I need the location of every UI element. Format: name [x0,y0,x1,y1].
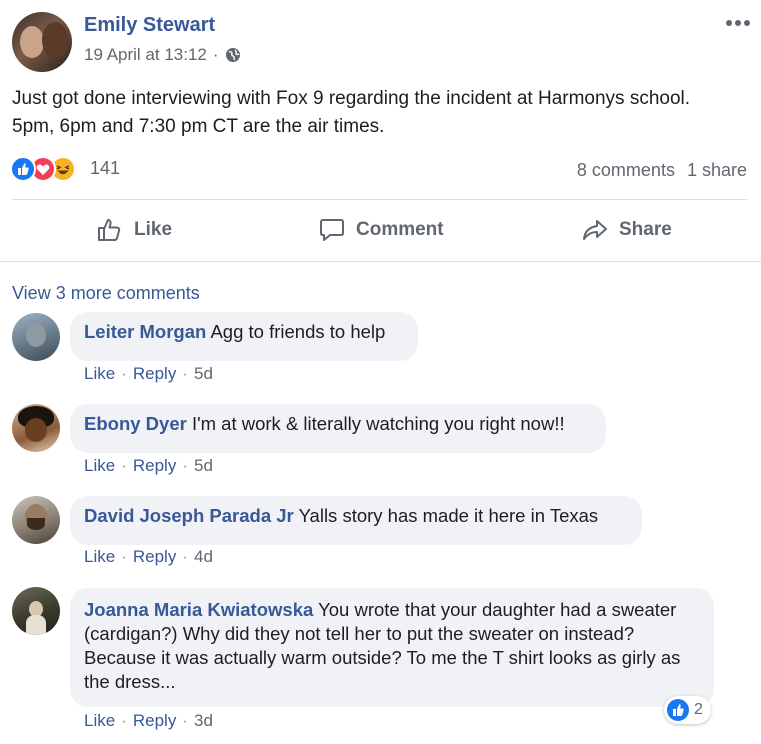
actions-divider [0,261,761,262]
separator: · [121,364,127,383]
reactions-summary[interactable]: 141 [10,156,130,184]
meta-separator: · [212,45,219,64]
separator: · [182,364,188,383]
comment-time[interactable]: 4d [194,547,213,567]
comment-reply-link[interactable]: Reply [133,364,176,384]
comment-reply-link[interactable]: Reply [133,456,176,476]
share-button[interactable]: Share [581,208,672,252]
comment-text: Yalls story has made it here in Texas [298,505,599,526]
separator: · [182,711,188,730]
commenter-avatar[interactable] [12,404,60,452]
comment-author[interactable]: David Joseph Parada Jr [84,505,294,526]
separator: · [121,711,127,730]
comment-like-link[interactable]: Like [84,456,115,476]
reaction-count[interactable]: 141 [90,158,120,179]
thumbs-up-icon [96,216,124,244]
comment-time[interactable]: 5d [194,456,213,476]
comment-bubble: Ebony Dyer I'm at work & literally watch… [70,404,606,453]
commenter-avatar[interactable] [12,587,60,635]
separator: · [182,456,188,475]
post-stats: 8 comments 1 share [577,160,747,181]
post-timestamp[interactable]: 19 April at 13:12 [84,45,207,65]
comment-actions: Like · Reply · 5d [84,364,213,384]
comment-reply-link[interactable]: Reply [133,547,176,567]
ellipsis-icon[interactable] [726,16,754,30]
commenter-avatar[interactable] [12,496,60,544]
comment-text: Agg to friends to help [210,321,386,342]
comment-text: I'm at work & literally watching you rig… [191,413,565,434]
separator: · [182,547,188,566]
like-button[interactable]: Like [96,208,172,252]
comment-like-link[interactable]: Like [84,364,115,384]
comment-actions: Like · Reply · 4d [84,547,213,567]
comment-actions: Like · Reply · 5d [84,456,213,476]
comment-actions: Like · Reply · 3d [84,711,213,731]
comment-author[interactable]: Joanna Maria Kwiatowska [84,599,313,620]
globe-icon[interactable] [225,47,241,63]
comments-count[interactable]: 8 comments [577,160,675,181]
comment-author[interactable]: Ebony Dyer [84,413,187,434]
stats-divider [12,199,747,200]
like-button-label: Like [134,219,173,240]
comment-bubble: David Joseph Parada Jr Yalls story has m… [70,496,642,545]
comment-reaction-badge[interactable]: 2 [664,696,711,724]
comment-button[interactable]: Comment [318,208,444,252]
comment-like-link[interactable]: Like [84,547,115,567]
post-author-name[interactable]: Emily Stewart [84,14,215,37]
share-arrow-icon [581,216,609,244]
like-reaction-icon [667,699,689,721]
comment-reply-link[interactable]: Reply [133,711,176,731]
separator: · [121,456,127,475]
comment-bubble: Joanna Maria Kwiatowska You wrote that y… [70,588,714,707]
comment-time[interactable]: 5d [194,364,213,384]
commenter-avatar[interactable] [12,313,60,361]
author-avatar[interactable] [12,12,72,72]
comment-bubble: Leiter Morgan Agg to friends to help [70,312,418,361]
post-text: Just got done interviewing with Fox 9 re… [12,88,691,137]
share-button-label: Share [619,219,672,240]
comment-time[interactable]: 3d [194,711,213,731]
shares-count[interactable]: 1 share [687,160,747,181]
comment-button-label: Comment [356,219,444,240]
comment-author[interactable]: Leiter Morgan [84,321,206,342]
post-meta: 19 April at 13:12 · [84,45,241,65]
separator: · [121,547,127,566]
comment-bubble-icon [318,216,346,244]
view-more-comments-link[interactable]: View 3 more comments [12,283,200,304]
comment-like-link[interactable]: Like [84,711,115,731]
like-reaction-icon [10,156,36,182]
comment-reaction-count: 2 [694,701,703,718]
